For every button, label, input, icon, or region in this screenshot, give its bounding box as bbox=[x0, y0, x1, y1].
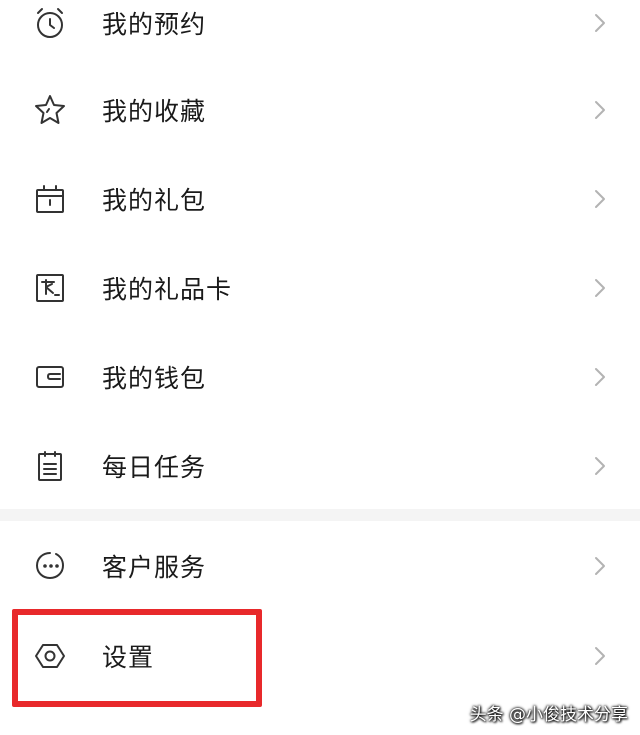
chat-bubble-icon bbox=[32, 548, 68, 584]
profile-menu-page: 我的预约 我的收藏 我的礼包 我的礼品卡 我的钱包 每日任务 客户服务 设置 头… bbox=[0, 0, 640, 735]
menu-item-label: 我的收藏 bbox=[102, 97, 207, 126]
menu-item-label: 我的钱包 bbox=[102, 364, 207, 393]
alarm-clock-icon bbox=[32, 5, 68, 41]
menu-item-settings[interactable]: 设置 bbox=[0, 612, 640, 700]
chevron-right-icon bbox=[592, 98, 608, 122]
menu-item-label: 我的礼品卡 bbox=[102, 275, 233, 304]
hexagon-gear-icon bbox=[32, 638, 68, 674]
gift-card-icon bbox=[32, 270, 68, 306]
menu-item-my-gift-cards[interactable]: 我的礼品卡 bbox=[0, 244, 640, 332]
chevron-right-icon bbox=[592, 554, 608, 578]
menu-item-label: 我的礼包 bbox=[102, 186, 207, 215]
chevron-right-icon bbox=[592, 644, 608, 668]
chevron-right-icon bbox=[592, 187, 608, 211]
watermark-text: 头条 @小俊技术分享 bbox=[469, 705, 628, 725]
gift-box-icon bbox=[32, 181, 68, 217]
menu-item-label: 我的预约 bbox=[102, 10, 207, 39]
chevron-right-icon bbox=[592, 365, 608, 389]
menu-item-daily-tasks[interactable]: 每日任务 bbox=[0, 422, 640, 510]
menu-item-customer-service[interactable]: 客户服务 bbox=[0, 522, 640, 610]
menu-item-label: 客户服务 bbox=[102, 553, 207, 582]
calendar-task-icon bbox=[32, 448, 68, 484]
chevron-right-icon bbox=[592, 276, 608, 300]
star-icon bbox=[32, 92, 68, 128]
chevron-right-icon bbox=[592, 11, 608, 35]
menu-item-my-reservations[interactable]: 我的预约 bbox=[0, 0, 640, 67]
menu-item-my-wallet[interactable]: 我的钱包 bbox=[0, 333, 640, 421]
menu-item-label: 每日任务 bbox=[102, 453, 207, 482]
section-divider bbox=[0, 509, 640, 521]
chevron-right-icon bbox=[592, 454, 608, 478]
wallet-icon bbox=[32, 359, 68, 395]
menu-item-label: 设置 bbox=[102, 643, 155, 672]
menu-item-my-favorites[interactable]: 我的收藏 bbox=[0, 66, 640, 154]
menu-item-my-gift-packs[interactable]: 我的礼包 bbox=[0, 155, 640, 243]
